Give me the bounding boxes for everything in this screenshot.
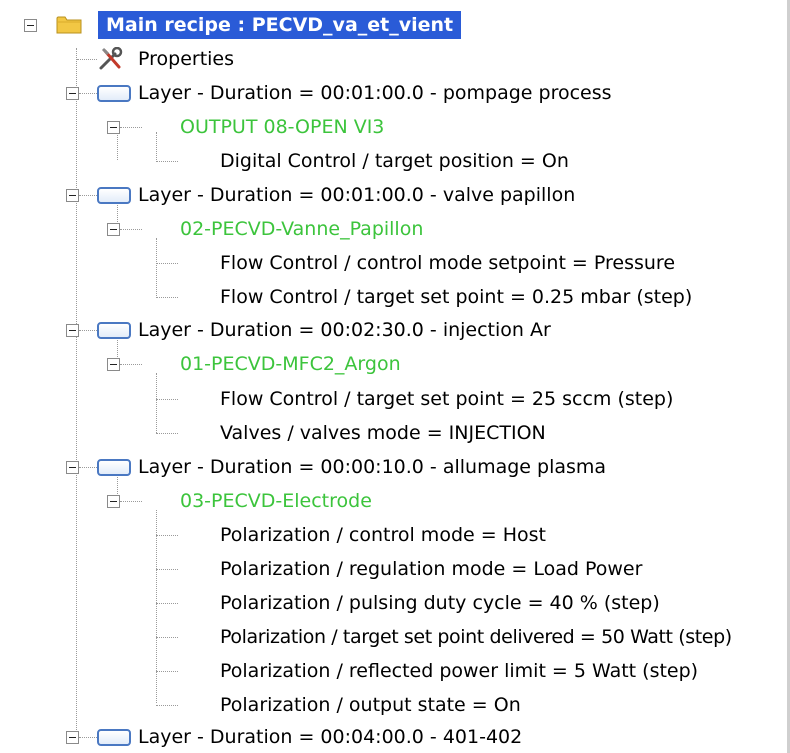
tree-node-param[interactable]: Flow Control / target set point = 0.25 m… bbox=[0, 280, 790, 314]
tree-connector bbox=[79, 93, 97, 94]
tree-connector bbox=[79, 467, 97, 468]
layer-icon bbox=[97, 729, 131, 746]
param-label: Polarization / regulation mode = Load Po… bbox=[220, 558, 643, 580]
param-label: Valves / valves mode = INJECTION bbox=[220, 422, 546, 444]
tree-connector bbox=[156, 399, 178, 400]
root-label[interactable]: Main recipe : PECVD_va_et_vient bbox=[98, 11, 462, 39]
tree-node-param[interactable]: Valves / valves mode = INJECTION bbox=[0, 416, 790, 450]
tree-connector bbox=[120, 229, 142, 230]
tree-connector bbox=[156, 569, 178, 570]
folder-icon bbox=[56, 16, 82, 34]
collapse-icon[interactable] bbox=[66, 87, 79, 100]
tree-connector bbox=[120, 127, 142, 128]
tree-connector bbox=[120, 364, 142, 365]
device-label: OUTPUT 08-OPEN VI3 bbox=[180, 116, 385, 138]
tree-connector bbox=[156, 263, 178, 264]
tree-node-layer[interactable]: Layer - Duration = 00:00:10.0 - allumage… bbox=[0, 450, 790, 484]
param-label: Digital Control / target position = On bbox=[220, 150, 569, 172]
collapse-icon[interactable] bbox=[107, 495, 120, 508]
tree-node-layer[interactable]: Layer - Duration = 00:04:00.0 - 401-402 bbox=[0, 720, 790, 753]
layer-label: Layer - Duration = 00:00:10.0 - allumage… bbox=[138, 456, 607, 478]
tree-node-param[interactable]: Digital Control / target position = On bbox=[0, 144, 790, 178]
param-label: Polarization / control mode = Host bbox=[220, 524, 546, 546]
tree-connector bbox=[156, 535, 178, 536]
properties-label: Properties bbox=[138, 48, 235, 70]
layer-icon bbox=[97, 322, 131, 339]
tree-connector bbox=[156, 161, 178, 162]
collapse-icon[interactable] bbox=[66, 731, 79, 744]
device-label: 02-PECVD-Vanne_Papillon bbox=[180, 218, 424, 240]
tree-connector bbox=[156, 433, 178, 434]
tree-connector bbox=[156, 637, 178, 638]
collapse-icon[interactable] bbox=[107, 121, 120, 134]
collapse-icon[interactable] bbox=[107, 358, 120, 371]
param-label: Flow Control / target set point = 25 scc… bbox=[220, 388, 674, 410]
tree-node-param[interactable]: Polarization / control mode = Host bbox=[0, 518, 790, 552]
layer-icon bbox=[97, 85, 131, 102]
param-label: Flow Control / control mode setpoint = P… bbox=[220, 252, 676, 274]
tree-node-layer[interactable]: Layer - Duration = 00:01:00.0 - pompage … bbox=[0, 76, 790, 110]
tree-connector bbox=[120, 501, 142, 502]
tree-node-root[interactable]: Main recipe : PECVD_va_et_vient bbox=[0, 8, 790, 42]
tree-node-device[interactable]: 02-PECVD-Vanne_Papillon bbox=[0, 212, 790, 246]
tree-connector bbox=[156, 603, 178, 604]
tree-node-properties[interactable]: Properties bbox=[0, 42, 790, 76]
tree-node-param[interactable]: Flow Control / target set point = 25 scc… bbox=[0, 382, 790, 416]
tree-connector bbox=[79, 737, 97, 738]
device-label: 01-PECVD-MFC2_Argon bbox=[180, 353, 401, 375]
collapse-icon[interactable] bbox=[24, 19, 37, 32]
tools-icon bbox=[99, 47, 123, 70]
tree-node-param[interactable]: Polarization / reflected power limit = 5… bbox=[0, 654, 790, 688]
layer-label: Layer - Duration = 00:01:00.0 - pompage … bbox=[138, 82, 612, 104]
tree-connector bbox=[156, 671, 178, 672]
tree-connector bbox=[79, 330, 97, 331]
tree-node-layer[interactable]: Layer - Duration = 00:02:30.0 - injectio… bbox=[0, 313, 790, 347]
device-label: 03-PECVD-Electrode bbox=[180, 490, 372, 512]
collapse-icon[interactable] bbox=[66, 189, 79, 202]
layer-icon bbox=[97, 187, 131, 204]
layer-label: Layer - Duration = 00:04:00.0 - 401-402 bbox=[138, 726, 523, 748]
tree-node-param[interactable]: Flow Control / control mode setpoint = P… bbox=[0, 246, 790, 280]
param-label: Flow Control / target set point = 0.25 m… bbox=[220, 286, 693, 308]
layer-icon bbox=[97, 459, 131, 476]
tree-node-param[interactable]: Polarization / output state = On bbox=[0, 688, 790, 722]
param-label: Polarization / pulsing duty cycle = 40 %… bbox=[220, 592, 660, 614]
tree-connector bbox=[79, 195, 97, 196]
collapse-icon[interactable] bbox=[66, 461, 79, 474]
layer-label: Layer - Duration = 00:01:00.0 - valve pa… bbox=[138, 184, 576, 206]
param-label: Polarization / output state = On bbox=[220, 694, 521, 716]
tree-connector bbox=[77, 59, 97, 60]
layer-label: Layer - Duration = 00:02:30.0 - injectio… bbox=[138, 319, 551, 341]
collapse-icon[interactable] bbox=[107, 223, 120, 236]
tree-node-layer[interactable]: Layer - Duration = 00:01:00.0 - valve pa… bbox=[0, 178, 790, 212]
tree-node-device[interactable]: OUTPUT 08-OPEN VI3 bbox=[0, 110, 790, 144]
tree-connector bbox=[156, 705, 178, 706]
tree-node-param[interactable]: Polarization / regulation mode = Load Po… bbox=[0, 552, 790, 586]
tree-node-device[interactable]: 03-PECVD-Electrode bbox=[0, 484, 790, 518]
tree-node-param[interactable]: Polarization / target set point delivere… bbox=[0, 620, 790, 654]
tree-node-device[interactable]: 01-PECVD-MFC2_Argon bbox=[0, 347, 790, 381]
collapse-icon[interactable] bbox=[66, 324, 79, 337]
tree-connector bbox=[156, 297, 178, 298]
param-label: Polarization / reflected power limit = 5… bbox=[220, 660, 699, 682]
param-label: Polarization / target set point delivere… bbox=[220, 626, 732, 648]
tree-node-param[interactable]: Polarization / pulsing duty cycle = 40 %… bbox=[0, 586, 790, 620]
